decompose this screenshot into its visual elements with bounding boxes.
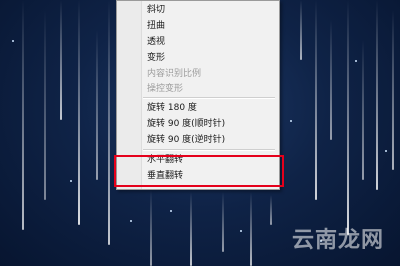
- menu-item-warp[interactable]: 变形: [147, 52, 165, 64]
- menu-item-skew[interactable]: 斜切: [147, 4, 165, 16]
- menu-item-rotate-180[interactable]: 旋转 180 度: [147, 102, 197, 114]
- menu-separator: [143, 149, 275, 151]
- menu-separator: [143, 97, 275, 99]
- menu-item-puppet-warp: 操控变形: [147, 84, 184, 94]
- menu-item-perspective[interactable]: 透视: [147, 36, 165, 48]
- watermark: 云南龙网: [291, 228, 384, 253]
- menu-item-rotate-90-ccw[interactable]: 旋转 90 度(逆时针): [147, 134, 225, 146]
- menu-item-content-aware-scale: 内容识别比例: [147, 69, 202, 79]
- highlight-box: [114, 155, 284, 187]
- menu-item-distort[interactable]: 扭曲: [147, 20, 165, 32]
- menu-item-rotate-90-cw[interactable]: 旋转 90 度(顺时针): [147, 118, 225, 130]
